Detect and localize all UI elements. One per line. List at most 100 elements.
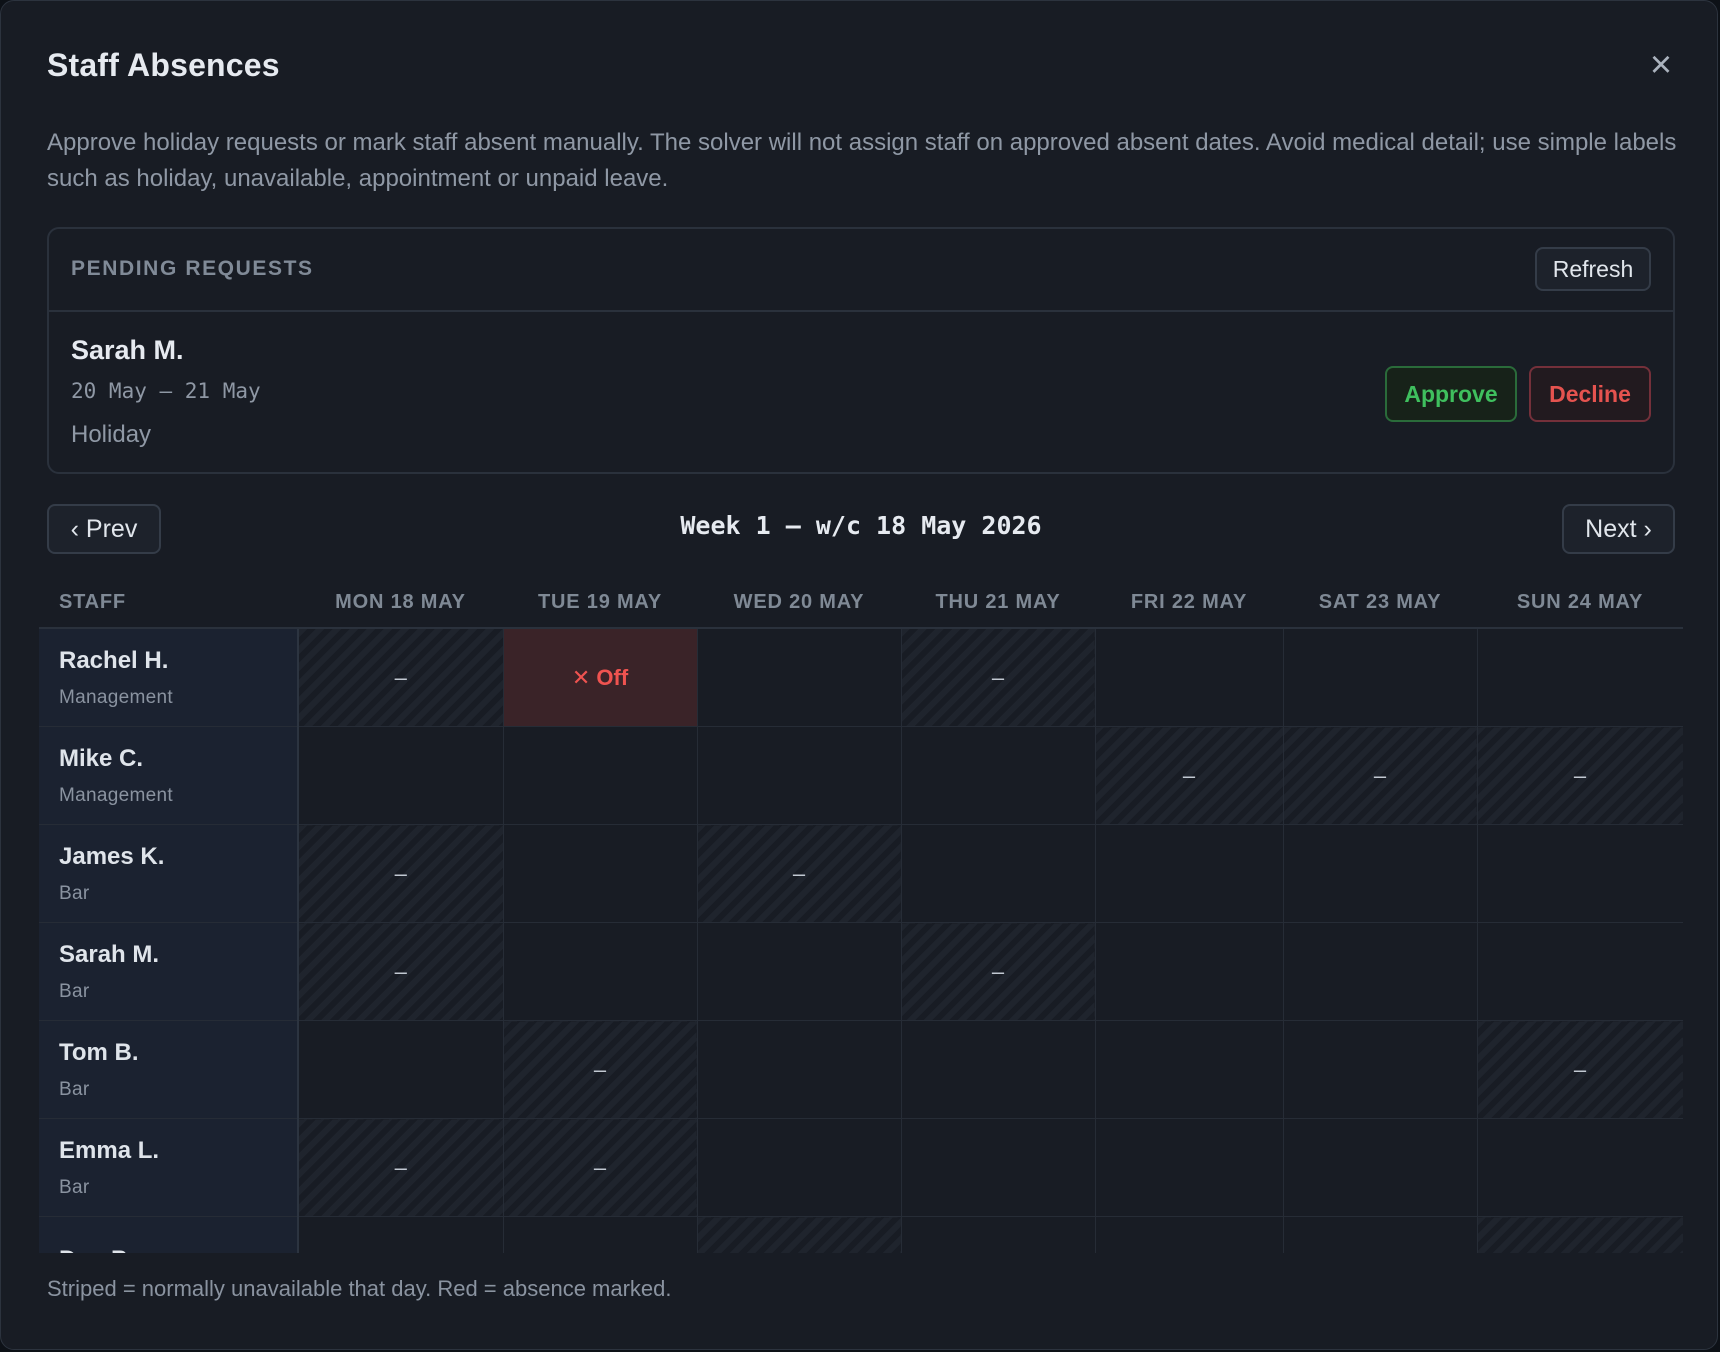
legend-note: Striped = normally unavailable that day.… (47, 1276, 672, 1301)
day-cell-unavailable[interactable]: – (298, 1118, 504, 1217)
day-cell[interactable] (503, 922, 698, 1021)
pending-requests-header: PENDING REQUESTS Refresh (49, 229, 1673, 312)
staff-name: Sarah M. (59, 940, 160, 968)
day-cell[interactable] (503, 824, 698, 923)
day-header: TUE 19 MAY (503, 577, 697, 629)
staff-row: Emma L. Bar – – (39, 1118, 1683, 1217)
staff-name: Rachel H. (59, 646, 169, 674)
absence-grid: STAFF MON 18 MAY TUE 19 MAY WED 20 MAY T… (39, 577, 1683, 1253)
day-cell-unavailable[interactable]: – (697, 1216, 902, 1254)
staff-name: Dan P. (59, 1246, 297, 1254)
pending-requests-title: PENDING REQUESTS (71, 257, 314, 280)
staff-name: Emma L. (59, 1136, 160, 1164)
unavailable-dash: – (593, 1056, 607, 1082)
day-cell[interactable] (298, 1216, 504, 1253)
day-cell[interactable] (1095, 1118, 1284, 1217)
day-cell[interactable] (1095, 824, 1284, 923)
day-cell[interactable] (1477, 824, 1683, 923)
modal-description: Approve holiday requests or mark staff a… (47, 129, 1677, 192)
day-cell-unavailable[interactable]: – (1095, 726, 1284, 825)
modal-title: Staff Absences (47, 47, 280, 83)
day-cell-unavailable[interactable]: – (1477, 726, 1683, 825)
staff-role: Bar (59, 980, 90, 1002)
day-header: WED 20 MAY (697, 577, 901, 629)
day-cell[interactable] (697, 1020, 902, 1119)
unavailable-dash: – (991, 958, 1005, 984)
staff-role: Management (59, 686, 173, 708)
day-cell[interactable] (1477, 1118, 1683, 1217)
grid-header-row: STAFF MON 18 MAY TUE 19 MAY WED 20 MAY T… (39, 577, 1683, 629)
prev-week-button[interactable]: ‹ Prev (47, 504, 161, 554)
next-week-button[interactable]: Next › (1562, 504, 1675, 554)
request-type: Holiday (71, 421, 152, 448)
unavailable-dash: – (394, 664, 407, 690)
unavailable-dash: – (793, 1253, 805, 1254)
day-cell[interactable] (1095, 1020, 1284, 1119)
day-cell[interactable] (298, 726, 504, 825)
day-cell[interactable] (901, 1216, 1096, 1253)
staff-cell: Tom B. Bar (39, 1020, 299, 1119)
close-icon[interactable]: × (1641, 45, 1681, 85)
staff-row: Dan P. – – (39, 1216, 1683, 1254)
day-cell-unavailable[interactable]: – (503, 1020, 698, 1119)
staff-absences-modal: Staff Absences × Approve holiday request… (0, 0, 1718, 1350)
unavailable-dash: – (1574, 1253, 1586, 1254)
staff-row: Sarah M. Bar – – (39, 922, 1683, 1021)
day-header: SAT 23 MAY (1283, 577, 1477, 629)
day-header: MON 18 MAY (298, 577, 503, 629)
unavailable-dash: – (394, 958, 407, 984)
day-cell[interactable] (697, 726, 902, 825)
day-cell[interactable] (1283, 922, 1478, 1021)
day-cell-unavailable[interactable]: – (1283, 726, 1478, 825)
day-cell[interactable] (503, 1216, 698, 1253)
day-cell-unavailable[interactable]: – (298, 922, 504, 1021)
day-cell-unavailable[interactable]: – (298, 628, 504, 727)
absent-off-label: ✕ Off (571, 664, 629, 690)
staff-cell: Rachel H. Management (39, 628, 299, 727)
day-cell[interactable] (1095, 922, 1284, 1021)
day-cell[interactable] (901, 1118, 1096, 1217)
refresh-button[interactable]: Refresh (1535, 247, 1651, 291)
day-cell[interactable] (1477, 922, 1683, 1021)
day-cell-unavailable[interactable]: – (901, 628, 1096, 727)
day-cell-unavailable[interactable]: – (901, 922, 1096, 1021)
staff-row: Tom B. Bar – – (39, 1020, 1683, 1119)
day-cell-unavailable[interactable]: – (697, 824, 902, 923)
decline-button[interactable]: Decline (1529, 366, 1651, 422)
day-header: THU 21 MAY (901, 577, 1095, 629)
day-cell[interactable] (1283, 1216, 1478, 1253)
staff-column-header: STAFF (39, 577, 298, 629)
day-header: SUN 24 MAY (1477, 577, 1683, 629)
approve-button[interactable]: Approve (1385, 366, 1517, 422)
staff-row: Rachel H. Management – ✕ Off – (39, 628, 1683, 727)
unavailable-dash: – (394, 860, 407, 886)
unavailable-dash: – (394, 1154, 407, 1180)
day-cell[interactable] (503, 726, 698, 825)
staff-cell: Emma L. Bar (39, 1118, 299, 1217)
day-cell[interactable] (901, 1020, 1096, 1119)
day-cell[interactable] (298, 1020, 504, 1119)
day-cell-absent[interactable]: ✕ Off (503, 628, 698, 727)
day-cell-unavailable[interactable]: – (1477, 1216, 1683, 1254)
absence-grid-scroll[interactable]: STAFF MON 18 MAY TUE 19 MAY WED 20 MAY T… (39, 577, 1683, 1253)
day-cell[interactable] (1095, 1216, 1284, 1253)
day-cell[interactable] (697, 628, 902, 727)
unavailable-dash: – (991, 664, 1005, 690)
day-cell[interactable] (697, 922, 902, 1021)
day-cell-unavailable[interactable]: – (1477, 1020, 1683, 1119)
unavailable-dash: – (1573, 1056, 1587, 1082)
day-cell[interactable] (1095, 628, 1284, 727)
day-cell[interactable] (1283, 824, 1478, 923)
day-cell-unavailable[interactable]: – (503, 1118, 698, 1217)
day-cell[interactable] (1477, 628, 1683, 727)
staff-cell: Mike C. Management (39, 726, 299, 825)
day-cell[interactable] (901, 824, 1096, 923)
day-cell[interactable] (697, 1118, 902, 1217)
day-cell-unavailable[interactable]: – (298, 824, 504, 923)
staff-role: Bar (59, 882, 90, 904)
day-cell[interactable] (1283, 1020, 1478, 1119)
day-cell[interactable] (901, 726, 1096, 825)
request-staff-name: Sarah M. (71, 335, 184, 365)
day-cell[interactable] (1283, 628, 1478, 727)
day-cell[interactable] (1283, 1118, 1478, 1217)
